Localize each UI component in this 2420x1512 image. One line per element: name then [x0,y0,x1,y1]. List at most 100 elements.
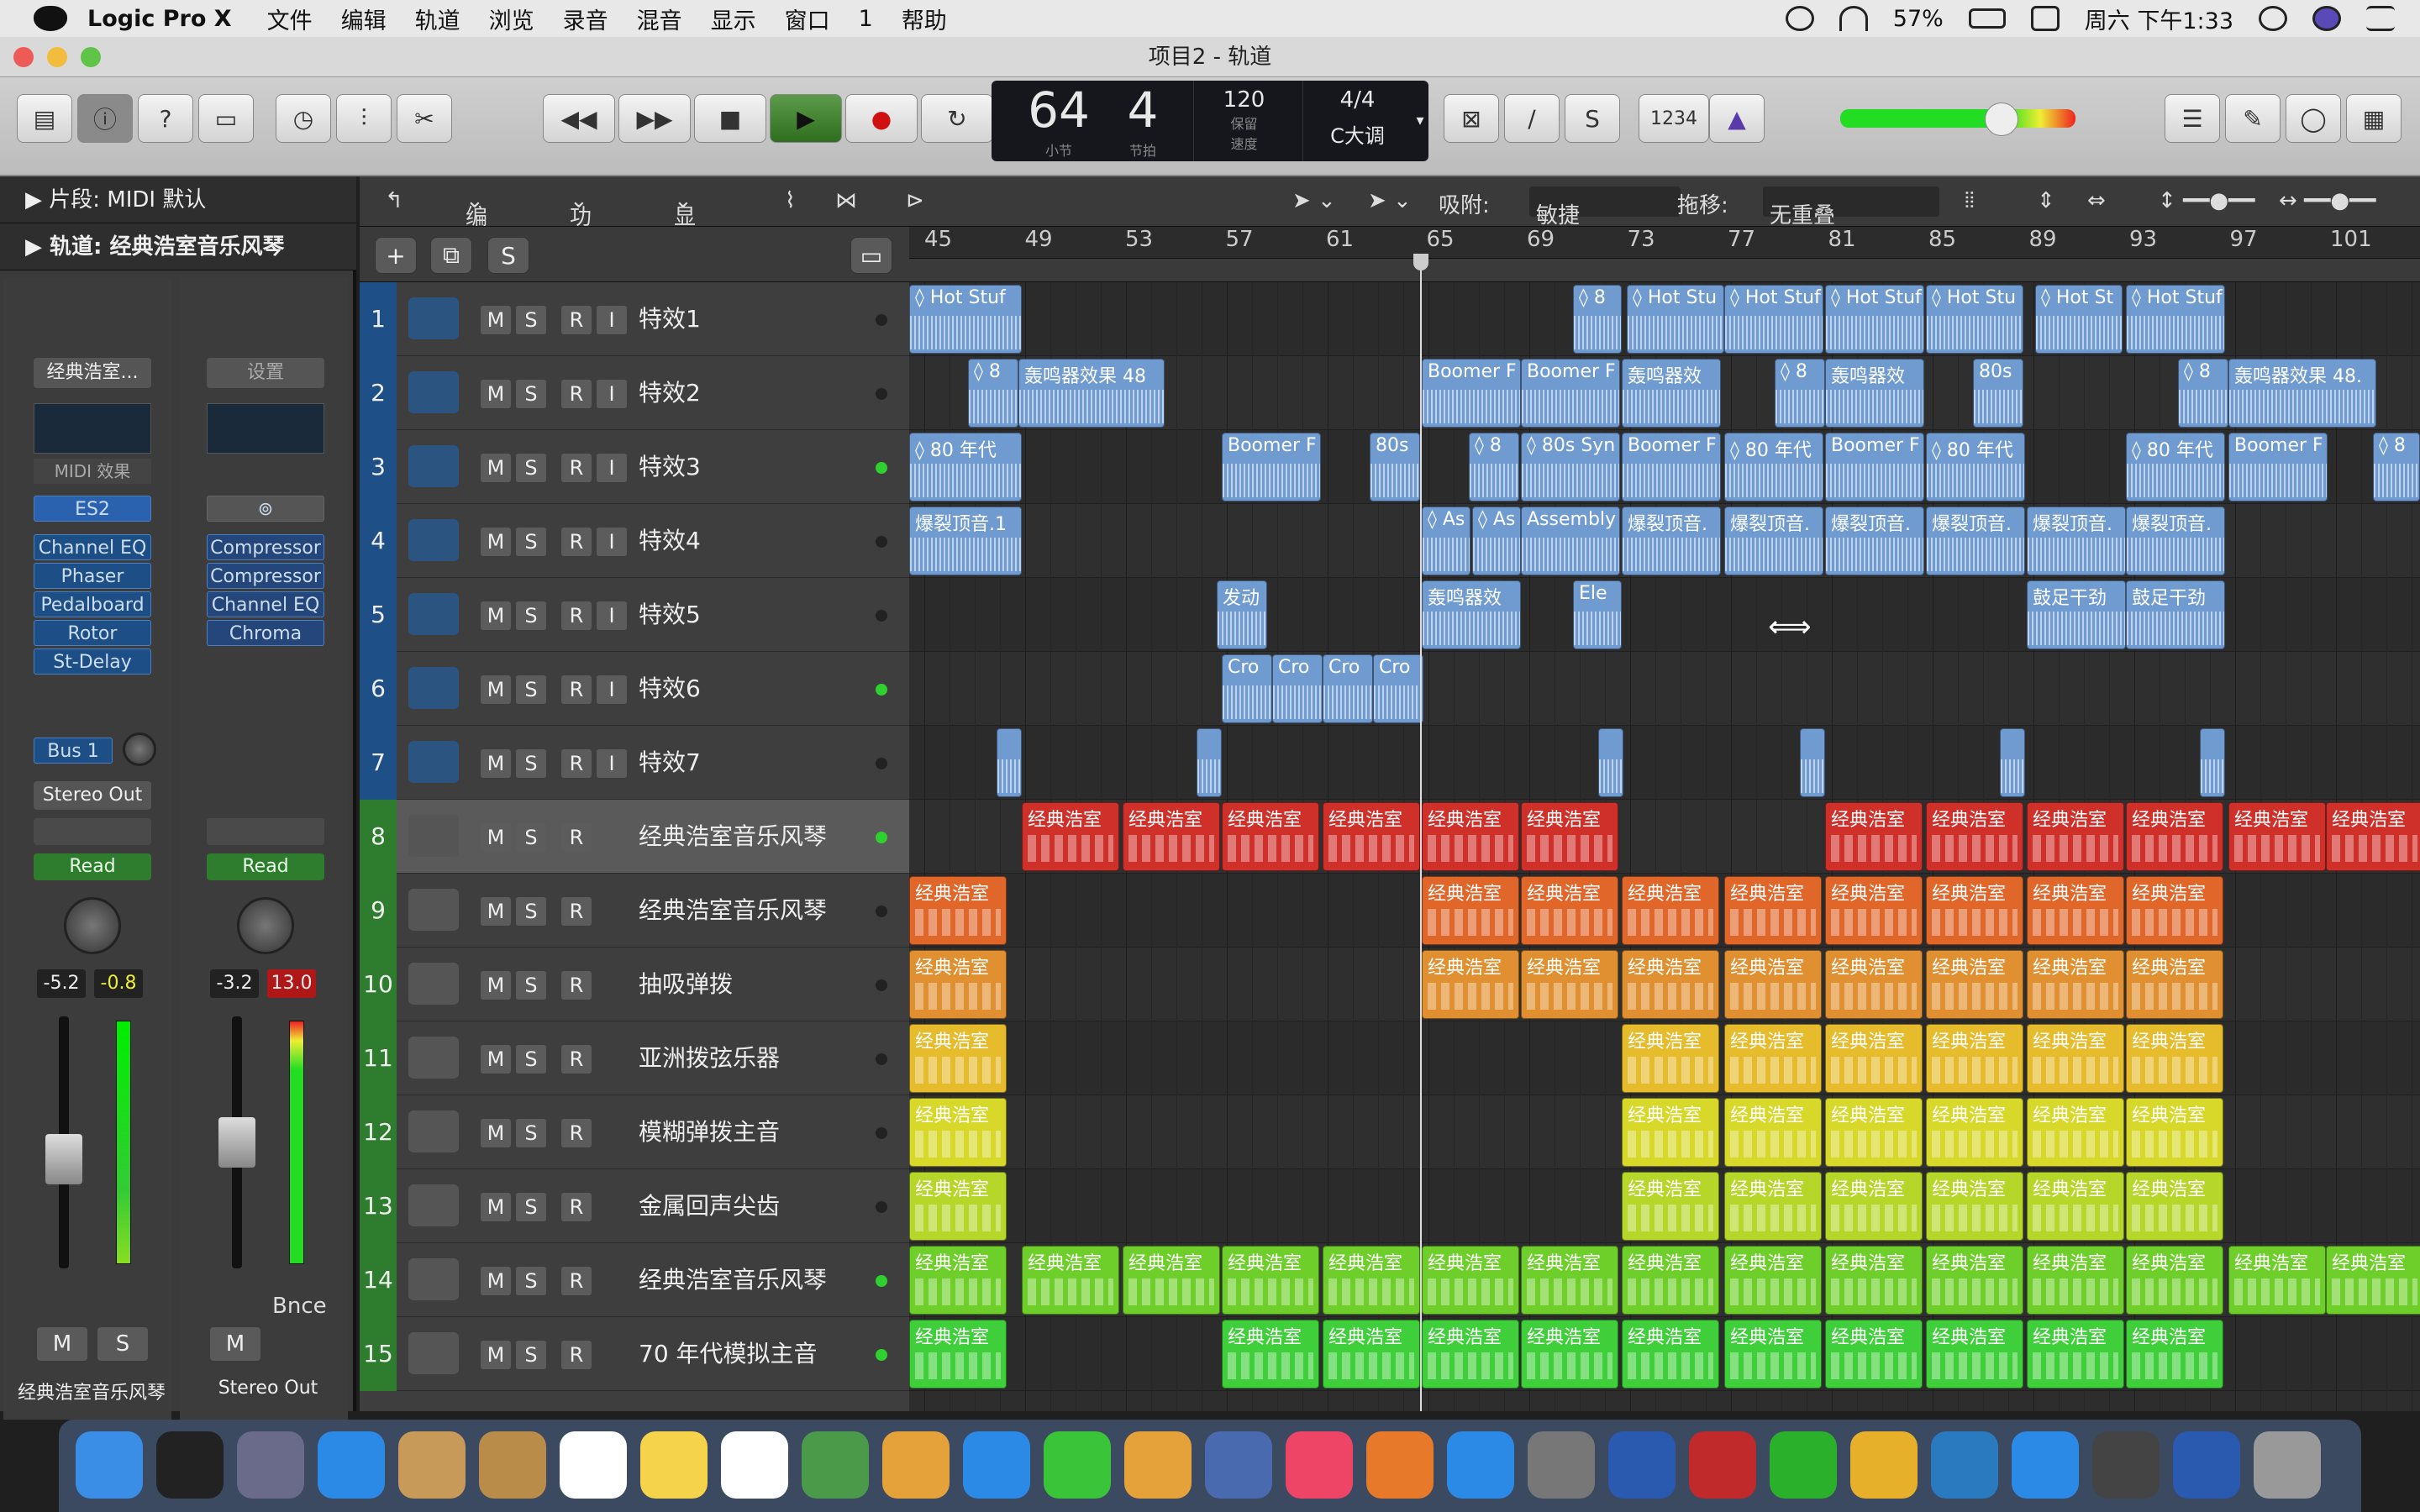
midi-region[interactable]: 经典浩室 [2027,1172,2124,1241]
track-name[interactable]: 经典浩室音乐风琴 [639,800,827,874]
close-window-button[interactable] [13,47,34,67]
track-s-button[interactable]: S [516,1267,546,1295]
audio-region[interactable]: 80s [1370,433,1420,501]
track-s-button[interactable]: S [516,1193,546,1221]
midi-region[interactable]: 经典浩室 [1323,1246,1420,1315]
audio-region[interactable]: Boomer F [1222,433,1321,501]
track-header[interactable]: 4 M S R I 特效4 [360,504,909,578]
output-group-slot[interactable] [207,818,324,845]
audio-region[interactable]: Boomer F [1622,433,1721,501]
audio-region[interactable]: 轰鸣器效 [1825,359,1924,428]
midi-region[interactable]: 经典浩室 [1222,802,1319,871]
audio-region[interactable]: 轰鸣器效果 48 [1018,359,1165,428]
quick-help-button[interactable]: ? [138,94,193,143]
menu-mix[interactable]: 混音 [637,3,682,35]
track-header[interactable]: 11 M S R 亚洲拨弦乐器 [360,1021,909,1095]
midi-region[interactable]: 经典浩室 [2228,1246,2326,1315]
track-name[interactable]: 金属回声尖齿 [639,1169,780,1243]
audio-region[interactable]: ◊ Hot Stuf [1825,285,1924,354]
track-m-button[interactable]: M [481,897,511,926]
track-lane[interactable] [909,726,2420,800]
waveform-icon[interactable] [408,741,459,783]
apple-icon[interactable] [34,6,67,31]
track-m-button[interactable]: M [481,971,511,1000]
waveform-icon[interactable] [408,519,459,561]
audio-region[interactable]: 爆裂顶音. [1825,507,1924,575]
audio-region[interactable]: 轰鸣器效果 48. [2228,359,2376,428]
audio-region[interactable]: ◊ 80 年代 [909,433,1022,501]
midi-region[interactable]: 经典浩室 [1222,1246,1319,1315]
output-fx-slot-4[interactable]: Chroma [207,620,324,646]
track-lane[interactable] [909,652,2420,726]
audio-fx-slot-5[interactable]: St-Delay [34,648,151,675]
add-track-button[interactable]: + [375,237,417,274]
secondary-tool-icon[interactable]: ➤ ⌄ [1368,188,1412,213]
track-s-button[interactable]: S [516,897,546,926]
track-name[interactable]: 特效4 [639,504,701,578]
messages-icon[interactable] [963,1431,1030,1499]
track-s-button[interactable]: S [516,454,546,482]
output-eq-thumbnail[interactable] [207,403,324,454]
notification-center-icon[interactable] [2366,6,2395,31]
track-s-button[interactable]: S [516,1119,546,1147]
menu-edit[interactable]: 编辑 [341,3,387,35]
zoom-window-button[interactable] [81,47,101,67]
audio-region[interactable]: 爆裂顶音. [1926,507,2025,575]
inspector-button[interactable]: ⓘ [77,94,133,143]
track-m-button[interactable]: M [481,823,511,852]
waveform-icon[interactable] [408,297,459,339]
midi-region[interactable]: 经典浩室 [2027,802,2124,871]
minimize-window-button[interactable] [47,47,67,67]
midi-region[interactable]: 经典浩室 [1724,1172,1822,1241]
track-r-button[interactable]: R [561,1193,592,1221]
audio-region[interactable]: ◊ Hot Stuf [2126,285,2225,354]
audio-fx-slot-1[interactable]: Channel EQ [34,534,151,560]
cycle-button[interactable]: ↻ [921,94,993,143]
master-volume-slider[interactable] [1840,109,2075,128]
menu-help[interactable]: 帮助 [902,3,947,35]
keyboard-icon[interactable] [408,815,459,857]
midi-region[interactable]: 经典浩室 [1926,1320,2023,1389]
output-slot[interactable]: Stereo Out [34,781,151,810]
lcd-dropdown-icon[interactable]: ▾ [1412,81,1428,161]
audio-region[interactable]: Boomer F [1422,359,1521,428]
play-button[interactable]: ▶ [770,94,842,143]
midi-region[interactable]: 经典浩室 [1422,950,1519,1019]
midi-region[interactable]: 经典浩室 [2027,1098,2124,1167]
waveform-icon[interactable] [408,667,459,709]
midi-region[interactable]: 经典浩室 [1825,950,1923,1019]
numbers-icon[interactable] [1205,1431,1272,1499]
powerpoint-icon[interactable] [1689,1431,1756,1499]
track-s-button[interactable]: S [516,675,546,704]
track-m-button[interactable]: M [481,1267,511,1295]
midi-region[interactable]: 经典浩室 [2027,1320,2124,1389]
track-s-button[interactable]: S [516,306,546,334]
track-s-button[interactable]: S [516,749,546,778]
track-m-button[interactable]: M [481,1341,511,1369]
midi-region[interactable]: 经典浩室 [1323,1320,1420,1389]
view-menu[interactable]: 显示 ⌄ [674,188,696,261]
track-name[interactable]: 抽吸弹拨 [639,948,733,1021]
audio-fx-slot-3[interactable]: Pedalboard [34,591,151,617]
midi-region[interactable]: 经典浩室 [1521,950,1618,1019]
instrument-setting-button[interactable]: 经典浩室... [34,358,151,388]
audio-region[interactable] [1598,728,1623,797]
midi-region[interactable]: 经典浩室 [1926,1246,2023,1315]
music-icon[interactable] [1286,1431,1353,1499]
track-m-button[interactable]: M [481,675,511,704]
wifi-icon[interactable] [1839,6,1868,31]
midi-region[interactable]: 经典浩室 [909,1246,1007,1315]
track-header[interactable]: 7 M S R I 特效7 [360,726,909,800]
midi-region[interactable]: 经典浩室 [1521,876,1618,945]
waveform-icon[interactable] [408,445,459,487]
audio-region[interactable]: 爆裂顶音. [1622,507,1721,575]
midi-region[interactable]: 经典浩室 [1926,1098,2023,1167]
audio-region[interactable]: ◊ As [1472,507,1521,575]
midi-region[interactable]: 经典浩室 [909,876,1007,945]
send-level-knob[interactable] [123,732,156,766]
menu-1[interactable]: 1 [859,6,873,32]
output-fx-slot-2[interactable]: Compressor [207,563,324,589]
siri-dock-icon[interactable] [156,1431,224,1499]
outlook-icon[interactable] [1850,1431,1918,1499]
audio-region[interactable]: ◊ 80 年代 [1724,433,1823,501]
